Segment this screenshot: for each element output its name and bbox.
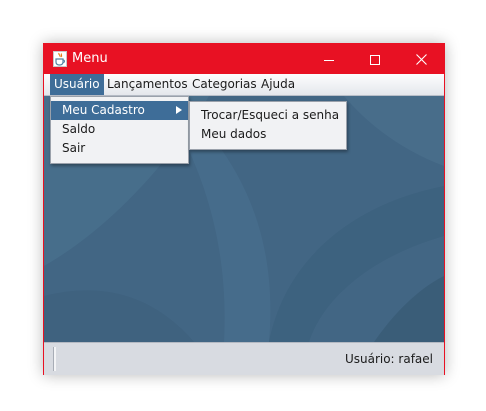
usuario-dropdown-menu: Meu Cadastro Saldo Sair (50, 96, 189, 164)
menu-bar: Usuário Lançamentos Categorias Ajuda (44, 74, 444, 96)
title-bar[interactable]: Menu (44, 44, 444, 74)
menu-item-sair[interactable]: Sair (51, 139, 188, 158)
menu-item-meu-cadastro[interactable]: Meu Cadastro (51, 101, 188, 120)
menu-item-meu-dados[interactable]: Meu dados (190, 125, 346, 144)
meu-cadastro-submenu: Trocar/Esqueci a senha Meu dados (189, 101, 347, 150)
menu-ajuda[interactable]: Ajuda (257, 74, 299, 95)
status-bar: Usuário: rafael (44, 342, 444, 375)
java-coffee-cup-icon (53, 51, 67, 67)
close-icon (415, 50, 427, 69)
menu-lancamentos[interactable]: Lançamentos (103, 74, 192, 95)
menu-categorias[interactable]: Categorias (188, 74, 261, 95)
menu-usuario[interactable]: Usuário (50, 74, 104, 95)
close-button[interactable] (398, 44, 444, 74)
minimize-icon (324, 50, 334, 69)
window-title: Menu (72, 51, 108, 66)
menu-item-label: Meu Cadastro (62, 103, 145, 117)
menu-item-saldo[interactable]: Saldo (51, 120, 188, 139)
maximize-icon (370, 50, 380, 69)
status-user-label: Usuário: rafael (344, 352, 433, 366)
status-divider (53, 347, 56, 371)
maximize-button[interactable] (352, 44, 398, 74)
application-window: Menu Usuário Lançamentos Categorias Ajud… (43, 43, 445, 375)
minimize-button[interactable] (306, 44, 352, 74)
submenu-arrow-icon (176, 106, 182, 114)
menu-item-trocar-senha[interactable]: Trocar/Esqueci a senha (190, 106, 346, 125)
